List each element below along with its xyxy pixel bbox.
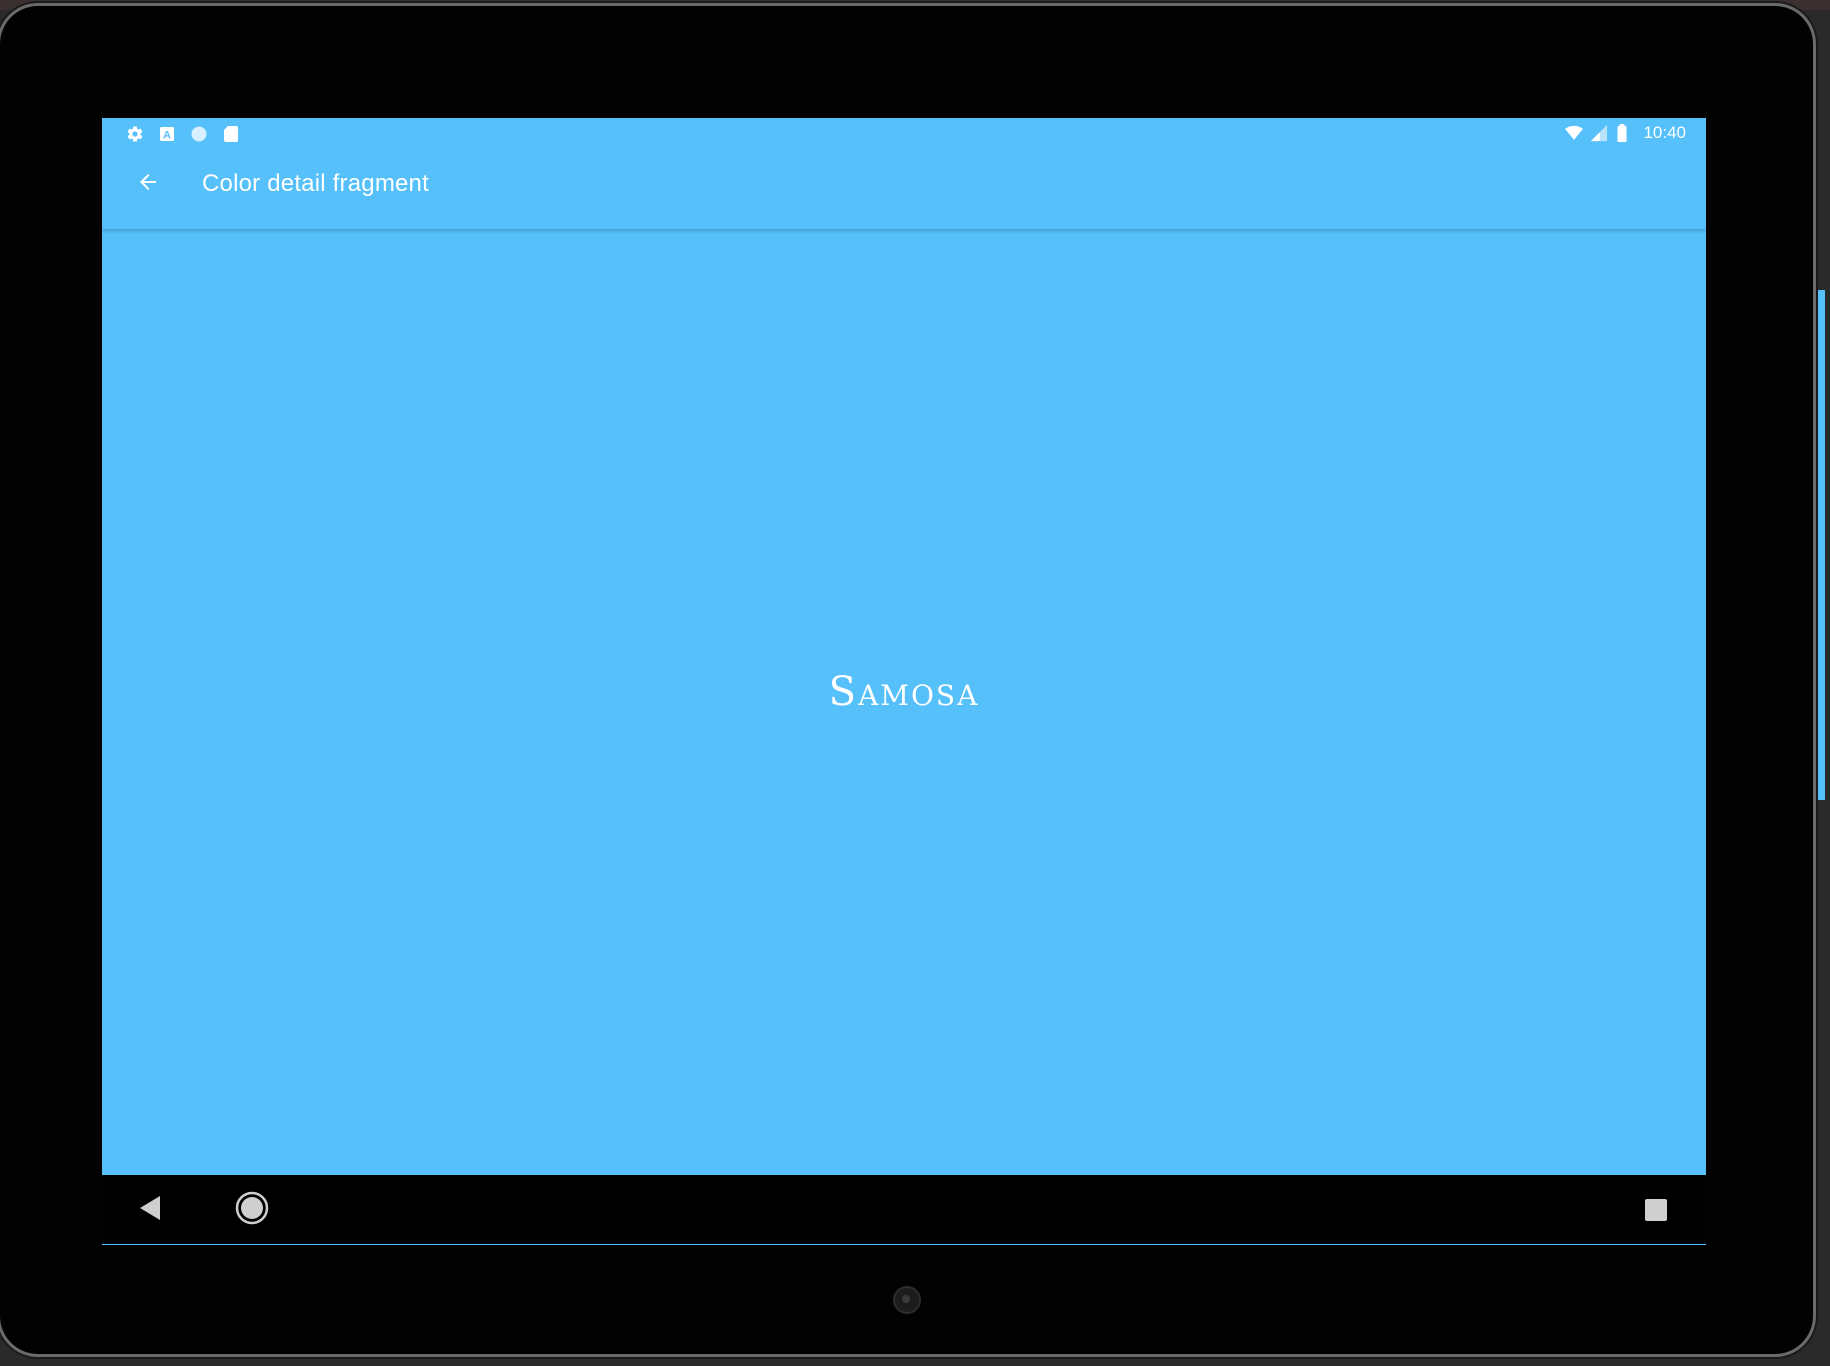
cell-signal-icon: [1589, 124, 1608, 142]
back-button[interactable]: [128, 164, 168, 204]
svg-text:A: A: [163, 130, 171, 142]
color-detail-content: Samosa: [102, 229, 1706, 1245]
status-right-icons: 10:40: [1565, 123, 1686, 143]
app-bar-title: Color detail fragment: [202, 170, 429, 197]
status-time: 10:40: [1643, 123, 1686, 142]
status-left-icons: A: [126, 124, 240, 144]
nav-recents-button[interactable]: [1644, 1198, 1668, 1227]
a-notification-icon: A: [158, 125, 176, 143]
front-camera: [893, 1286, 921, 1314]
settings-icon: [126, 125, 144, 143]
arrow-back-icon: [136, 170, 160, 199]
device-screen: A 10:40 Color detail fragment Samosa: [102, 118, 1706, 1245]
nav-back-button[interactable]: [138, 1195, 162, 1226]
wifi-icon: [1565, 124, 1584, 142]
battery-icon: [1613, 124, 1631, 142]
side-window-strip: [1815, 290, 1825, 800]
circle-notification-icon: [190, 125, 208, 143]
back-triangle-icon: [138, 1196, 162, 1225]
sd-card-icon: [222, 125, 240, 143]
home-circle-icon: [235, 1191, 269, 1229]
nav-home-button[interactable]: [235, 1191, 269, 1230]
color-name-label: Samosa: [828, 669, 980, 715]
navigation-bar: [102, 1175, 1706, 1244]
recents-square-icon: [1644, 1199, 1668, 1226]
status-bar: A 10:40: [102, 118, 1706, 148]
app-bar: Color detail fragment: [102, 148, 1706, 229]
